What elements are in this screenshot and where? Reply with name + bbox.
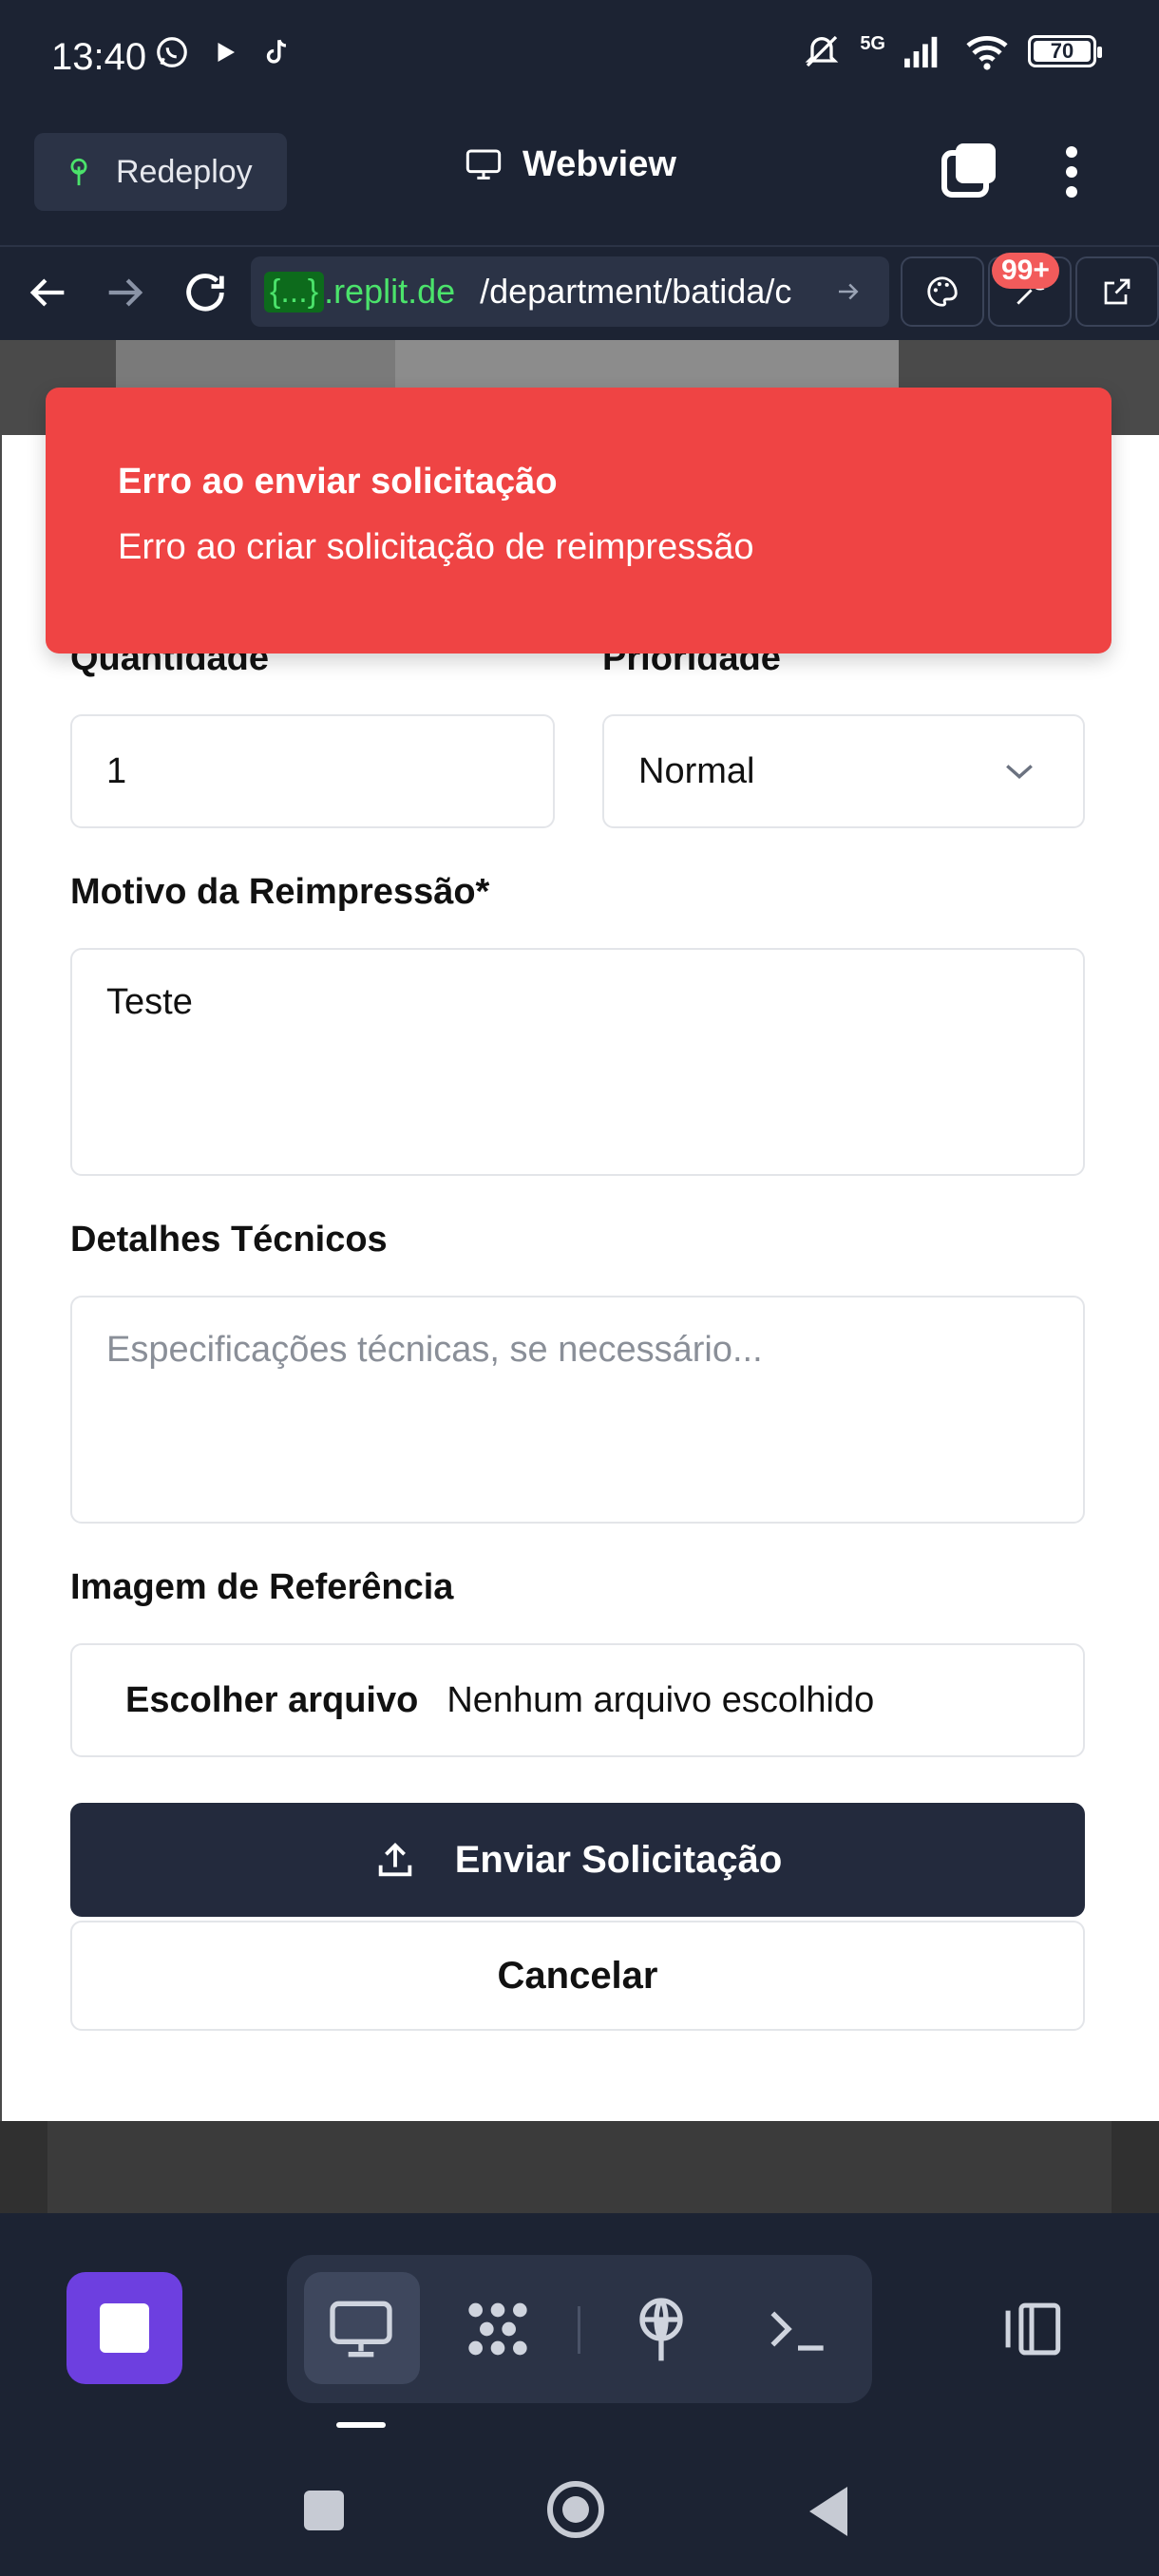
error-toast: Erro ao enviar solicitação Erro ao criar… xyxy=(46,388,1112,653)
terminal-icon[interactable] xyxy=(760,2291,836,2367)
submit-label: Enviar Solicitação xyxy=(454,1838,783,1881)
chevron-down-icon xyxy=(1006,765,1033,779)
monitor-icon xyxy=(466,149,502,180)
priority-select[interactable]: Normal xyxy=(602,714,1085,828)
whatsapp-icon xyxy=(157,37,187,67)
webview-title-label: Webview xyxy=(522,144,676,184)
play-icon xyxy=(218,43,235,62)
reload-icon[interactable] xyxy=(180,268,230,317)
mute-icon xyxy=(805,35,839,67)
palette-icon xyxy=(927,276,958,307)
home-icon[interactable] xyxy=(547,2481,604,2538)
file-status: Nenhum arquivo escolhido xyxy=(446,1679,875,1720)
technical-details-label: Detalhes Técnicos xyxy=(70,1220,388,1260)
tiktok-icon xyxy=(266,39,287,64)
reason-textarea[interactable]: Teste xyxy=(70,948,1085,1176)
url-input[interactable]: {...} .replit.de /department/batida/c xyxy=(251,256,889,327)
tabs-icon[interactable] xyxy=(940,141,998,199)
active-tab-indicator xyxy=(336,2422,386,2428)
monitor-icon xyxy=(330,2301,392,2358)
reason-label: Motivo da Reimpressão* xyxy=(70,872,490,912)
battery-icon: 70 xyxy=(1028,35,1102,67)
redeploy-button[interactable]: Redeploy xyxy=(34,133,287,211)
external-link-icon xyxy=(1104,278,1130,305)
cancel-button[interactable]: Cancelar xyxy=(70,1921,1085,2031)
status-system-icons: 5G 70 xyxy=(801,32,1102,70)
workflow-icon[interactable] xyxy=(460,2291,536,2367)
network-type: 5G xyxy=(860,32,885,54)
battery-level: 70 xyxy=(1050,39,1074,63)
reason-value: Teste xyxy=(106,982,193,1022)
open-external-button[interactable] xyxy=(1075,256,1159,327)
webview-title: Webview xyxy=(464,144,676,185)
status-notification-icons xyxy=(154,34,293,70)
palette-button[interactable] xyxy=(901,256,984,327)
wifi-icon xyxy=(966,35,1008,70)
toast-title: Erro ao enviar solicitação xyxy=(118,462,558,502)
recents-icon[interactable] xyxy=(304,2491,344,2530)
forward-arrow-icon[interactable] xyxy=(101,268,150,317)
notification-badge: 99+ xyxy=(992,253,1059,289)
upload-icon xyxy=(378,1842,411,1877)
quantity-value: 1 xyxy=(106,750,127,791)
redeploy-label: Redeploy xyxy=(116,153,253,190)
webview-bottom-overlay-inner xyxy=(48,2121,1112,2216)
cancel-label: Cancelar xyxy=(497,1954,658,1997)
choose-file-button[interactable]: Escolher arquivo xyxy=(125,1680,418,1721)
deploy-antenna-icon[interactable] xyxy=(623,2291,699,2367)
priority-value: Normal xyxy=(638,750,755,791)
more-options-icon[interactable] xyxy=(1053,142,1091,201)
stop-icon xyxy=(100,2303,149,2353)
toast-message: Erro ao criar solicitação de reimpressão xyxy=(118,527,754,567)
technical-details-textarea[interactable]: Especificações técnicas, se necessário..… xyxy=(70,1296,1085,1524)
submit-request-button[interactable]: Enviar Solicitação xyxy=(70,1803,1085,1917)
url-badge: {...} xyxy=(264,271,325,313)
deploy-tree-icon xyxy=(70,158,87,186)
url-domain: .replit.de xyxy=(324,272,456,311)
file-input[interactable]: Escolher arquivo Nenhum arquivo escolhid… xyxy=(70,1643,1085,1757)
status-time: 13:40 xyxy=(51,36,147,78)
technical-details-placeholder: Especificações técnicas, se necessário..… xyxy=(106,1330,763,1370)
url-path: /department/batida/c xyxy=(480,272,792,311)
quantity-input[interactable]: 1 xyxy=(70,714,555,828)
stop-button[interactable] xyxy=(66,2272,182,2384)
reference-image-label: Imagem de Referência xyxy=(70,1567,454,1607)
signal-icon xyxy=(904,36,938,68)
url-go-arrow-icon[interactable] xyxy=(834,277,863,306)
back-arrow-icon[interactable] xyxy=(23,268,72,317)
back-icon[interactable] xyxy=(809,2487,847,2536)
sidebar-toggle-icon[interactable] xyxy=(998,2297,1066,2361)
tool-divider xyxy=(578,2306,580,2354)
